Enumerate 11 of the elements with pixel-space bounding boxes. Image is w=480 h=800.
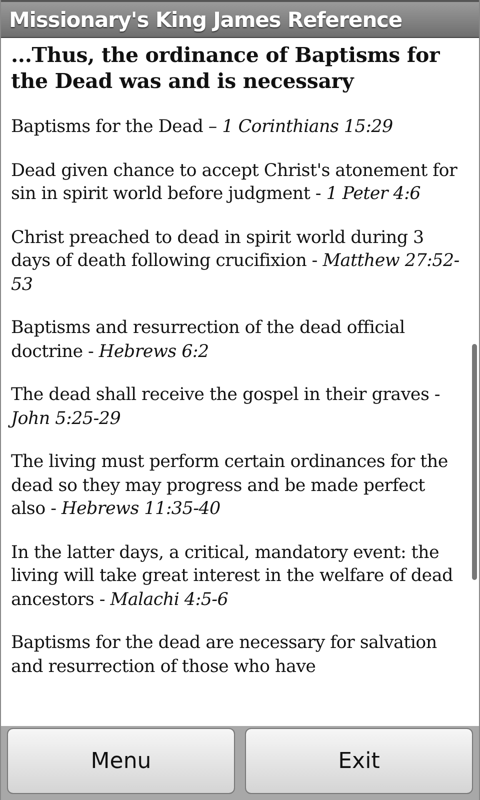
reference-entry: Baptisms and resurrection of the dead official doctrine - Hebrews 6:2 — [11, 317, 406, 364]
reference-entry: Baptisms for the dead are necessary for salvation and resurrection of those who have — [11, 632, 438, 678]
reference-entry: The living must perform certain ordinances for the dead so they may progress and be made perfect also - Hebrews 11:35-40 — [11, 451, 449, 521]
window-title: Missionary's King James Reference — [9, 8, 402, 32]
menu-button[interactable]: Menu — [7, 728, 235, 794]
reference-entry: In the latter days, a critical, mandatory event: the living will take great interest in the welfare of dead ancestors - Malachi 4:5-6 — [11, 542, 454, 612]
page-heading: ...Thus, the ordinance of Baptisms for the Dead was and is necessary — [11, 42, 441, 94]
reference-entry: Baptisms for the Dead – 1 Corinthians 15:29 — [11, 116, 394, 139]
reference-entry: Christ preached to dead in spirit world during 3 days of death following crucifixion - Matthew 27:52-53 — [11, 226, 460, 296]
exit-button[interactable]: Exit — [245, 728, 473, 794]
reference-entry: Dead given chance to accept Christ's atonement for sin in spirit world before judgment - 1 Peter 4:6 — [11, 160, 458, 206]
